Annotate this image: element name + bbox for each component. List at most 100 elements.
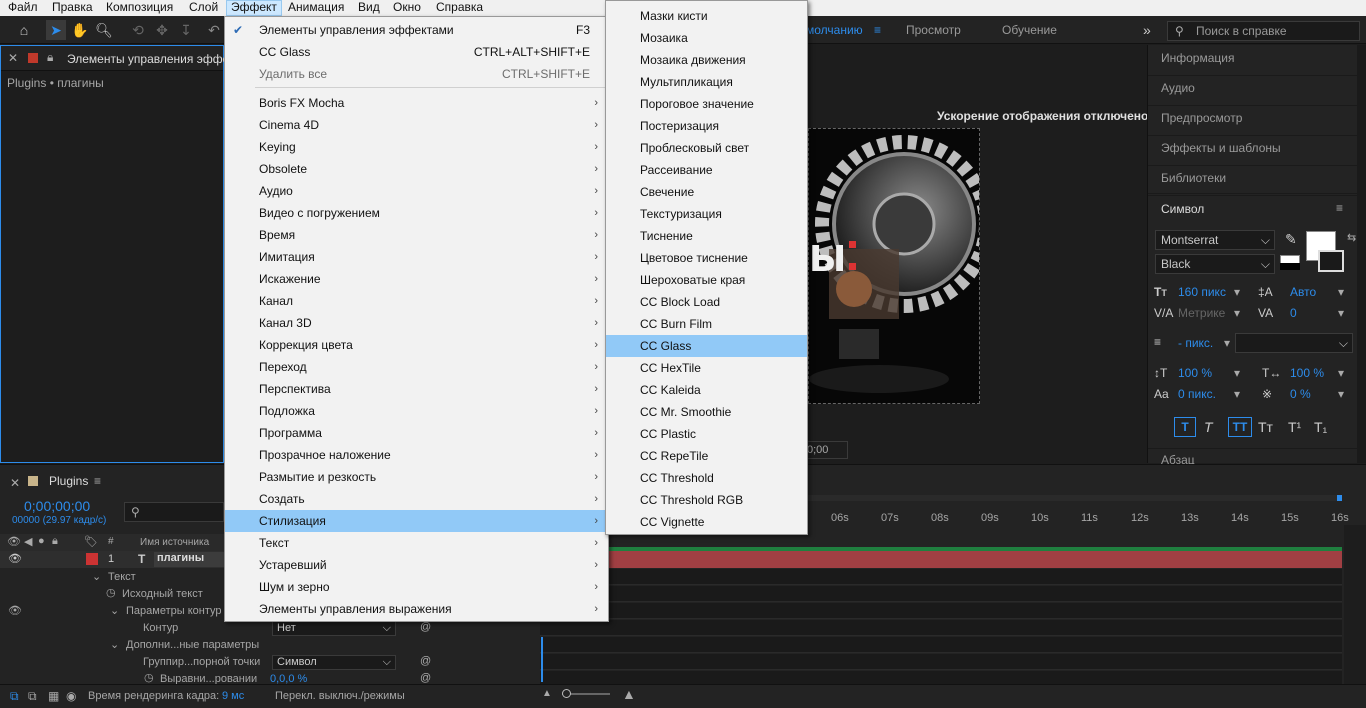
toggle-switches-modes[interactable]: Перекл. выключ./режимы — [275, 690, 405, 702]
effect-menu-item[interactable]: Подложка › — [225, 400, 608, 422]
effect-menu-item[interactable]: CC Glass CTRL+ALT+SHIFT+E — [225, 41, 608, 63]
stylize-menu-item[interactable]: CC Mr. Smoothie — [606, 401, 807, 423]
composition-icon[interactable]: ⧉ — [10, 689, 19, 704]
stylize-menu-item[interactable]: Пороговое значение — [606, 93, 807, 115]
chevron-down-icon[interactable]: ▾ — [1338, 366, 1344, 380]
font-family-select[interactable]: Montserrat ⌵ — [1155, 230, 1275, 250]
stylize-menu-item[interactable]: Шероховатые края — [606, 269, 807, 291]
effect-menu-item[interactable]: Создать › — [225, 488, 608, 510]
help-search-input[interactable]: ⚲ Поиск в справке — [1167, 21, 1360, 41]
zoom-in-icon[interactable]: ▲ — [622, 686, 636, 702]
stylize-menu-item[interactable]: Постеризация — [606, 115, 807, 137]
font-size-value[interactable]: 160 пикс — [1178, 285, 1226, 299]
effect-menu-item[interactable]: Аудио › — [225, 180, 608, 202]
switch-icon[interactable]: ⧉ — [28, 689, 37, 704]
chevron-down-icon[interactable]: ▾ — [1338, 306, 1344, 320]
vertical-scale-value[interactable]: 100 % — [1178, 366, 1212, 380]
tracking-value[interactable]: 0 — [1290, 306, 1297, 320]
panel-item-2[interactable]: Аудио — [1161, 81, 1195, 95]
stroke-width-value[interactable]: - пикс. — [1178, 336, 1213, 350]
effect-menu-item[interactable]: ✔ Элементы управления эффектами F3 — [225, 19, 608, 41]
menu-5[interactable]: Эффект — [226, 0, 282, 16]
menu-2[interactable]: Правка — [48, 0, 97, 16]
menu-1[interactable]: Файл — [4, 0, 42, 16]
layer-name[interactable]: плагины — [154, 552, 224, 567]
chevron-down-icon[interactable]: ▾ — [1224, 336, 1230, 350]
effect-controls-tab[interactable]: Элементы управления эффект — [67, 52, 240, 66]
effect-menu-item[interactable]: Канал › — [225, 290, 608, 312]
horizontal-scale-value[interactable]: 100 % — [1290, 366, 1324, 380]
expression-icon[interactable]: @ — [420, 672, 431, 684]
stylize-menu-item[interactable]: Цветовое тиснение — [606, 247, 807, 269]
stylize-menu-item[interactable]: Тиснение — [606, 225, 807, 247]
effect-menu-item[interactable]: Переход › — [225, 356, 608, 378]
hand-tool-icon[interactable]: ✋ — [70, 20, 90, 40]
property-value[interactable]: ⌵ Нет — [272, 621, 396, 636]
menu-4[interactable]: Слой — [185, 0, 222, 16]
scrollbar[interactable] — [1357, 45, 1366, 463]
zoom-slider[interactable] — [562, 689, 610, 698]
effect-menu-item[interactable]: Obsolete › — [225, 158, 608, 180]
effect-menu-item[interactable]: Имитация › — [225, 246, 608, 268]
chevron-down-icon[interactable]: ▾ — [1234, 306, 1240, 320]
stylize-menu-item[interactable]: CC Threshold — [606, 467, 807, 489]
chevron-down-icon[interactable]: ⌄ — [110, 604, 119, 617]
panel-menu-icon[interactable]: ≡ — [1336, 201, 1343, 215]
stylize-menu-item[interactable]: CC Block Load — [606, 291, 807, 313]
chevron-down-icon[interactable]: ▾ — [1234, 285, 1240, 299]
all-caps-button[interactable]: TT — [1228, 417, 1252, 437]
stylize-menu-item[interactable]: CC RepeTile — [606, 445, 807, 467]
chevron-down-icon[interactable]: ▾ — [1234, 387, 1240, 401]
stylize-menu-item[interactable]: Проблесковый свет — [606, 137, 807, 159]
stylize-menu-item[interactable]: CC Kaleida — [606, 379, 807, 401]
workspace-menu-icon[interactable]: ≡ — [874, 16, 881, 44]
faux-italic-button[interactable]: T — [1204, 419, 1213, 435]
effect-menu-item[interactable]: Keying › — [225, 136, 608, 158]
stylize-menu-item[interactable]: CC Glass — [606, 335, 807, 357]
effect-menu-item[interactable]: Элементы управления выражения › — [225, 598, 608, 620]
stroke-type-select[interactable]: ⌵ — [1235, 333, 1353, 353]
kerning-value[interactable]: Метрике — [1178, 306, 1225, 320]
font-style-select[interactable]: Black ⌵ — [1155, 254, 1275, 274]
effect-menu-item[interactable]: Размытие и резкость › — [225, 466, 608, 488]
timeline-tab[interactable]: Plugins — [49, 474, 88, 488]
panel-item-4[interactable]: Эффекты и шаблоны — [1161, 141, 1281, 155]
property-row[interactable]: Группир...порной точки ⌵ Символ @ — [0, 654, 535, 671]
property-value[interactable]: ⌵ Символ — [272, 655, 396, 670]
menu-7[interactable]: Вид — [354, 0, 384, 16]
small-caps-button[interactable]: Tт — [1258, 419, 1273, 435]
motion-blur-icon[interactable]: ◉ — [66, 689, 76, 703]
workspace-default[interactable]: молчанию — [806, 16, 863, 44]
stylize-menu-item[interactable]: Мозаика — [606, 27, 807, 49]
effect-menu-item[interactable]: Искажение › — [225, 268, 608, 290]
effect-menu-item[interactable]: Boris FX Mocha › — [225, 92, 608, 114]
stylize-menu-item[interactable]: CC Plastic — [606, 423, 807, 445]
stroke-color-swatch[interactable] — [1318, 250, 1344, 272]
panel-item-5[interactable]: Библиотеки — [1161, 171, 1226, 185]
effect-menu-item[interactable]: Устаревший › — [225, 554, 608, 576]
stylize-menu-item[interactable]: Мазки кисти — [606, 5, 807, 27]
rotate-tool-icon[interactable]: ↶ — [204, 20, 224, 40]
menu-9[interactable]: Справка — [432, 0, 487, 16]
stylize-menu-item[interactable]: CC Threshold RGB — [606, 489, 807, 511]
effect-menu-item[interactable]: Текст › — [225, 532, 608, 554]
effect-menu-item[interactable]: Стилизация › — [225, 510, 608, 532]
chevron-down-icon[interactable]: ▾ — [1338, 285, 1344, 299]
playhead[interactable] — [541, 637, 543, 682]
stylize-menu-item[interactable]: Свечение — [606, 181, 807, 203]
chevron-down-icon[interactable]: ⌄ — [92, 570, 101, 583]
color-swatch-black[interactable] — [1280, 263, 1300, 270]
stylize-menu-item[interactable]: CC HexTile — [606, 357, 807, 379]
viewer-timecode[interactable]: 0;00 — [802, 441, 848, 459]
effect-menu-item[interactable]: Программа › — [225, 422, 608, 444]
stylize-menu-item[interactable]: Текстуризация — [606, 203, 807, 225]
panel-menu-icon[interactable]: ≡ — [94, 474, 101, 488]
lock-icon[interactable]: 🔒︎ — [47, 50, 53, 65]
stylize-menu-item[interactable]: Рассеивание — [606, 159, 807, 181]
workspace-review[interactable]: Просмотр — [906, 16, 961, 44]
effect-menu-item[interactable]: Канал 3D › — [225, 312, 608, 334]
effect-menu-item[interactable]: Перспектива › — [225, 378, 608, 400]
baseline-shift-value[interactable]: 0 пикс. — [1178, 387, 1216, 401]
selection-tool-icon[interactable]: ➤ — [46, 20, 66, 40]
menu-8[interactable]: Окно — [389, 0, 425, 16]
